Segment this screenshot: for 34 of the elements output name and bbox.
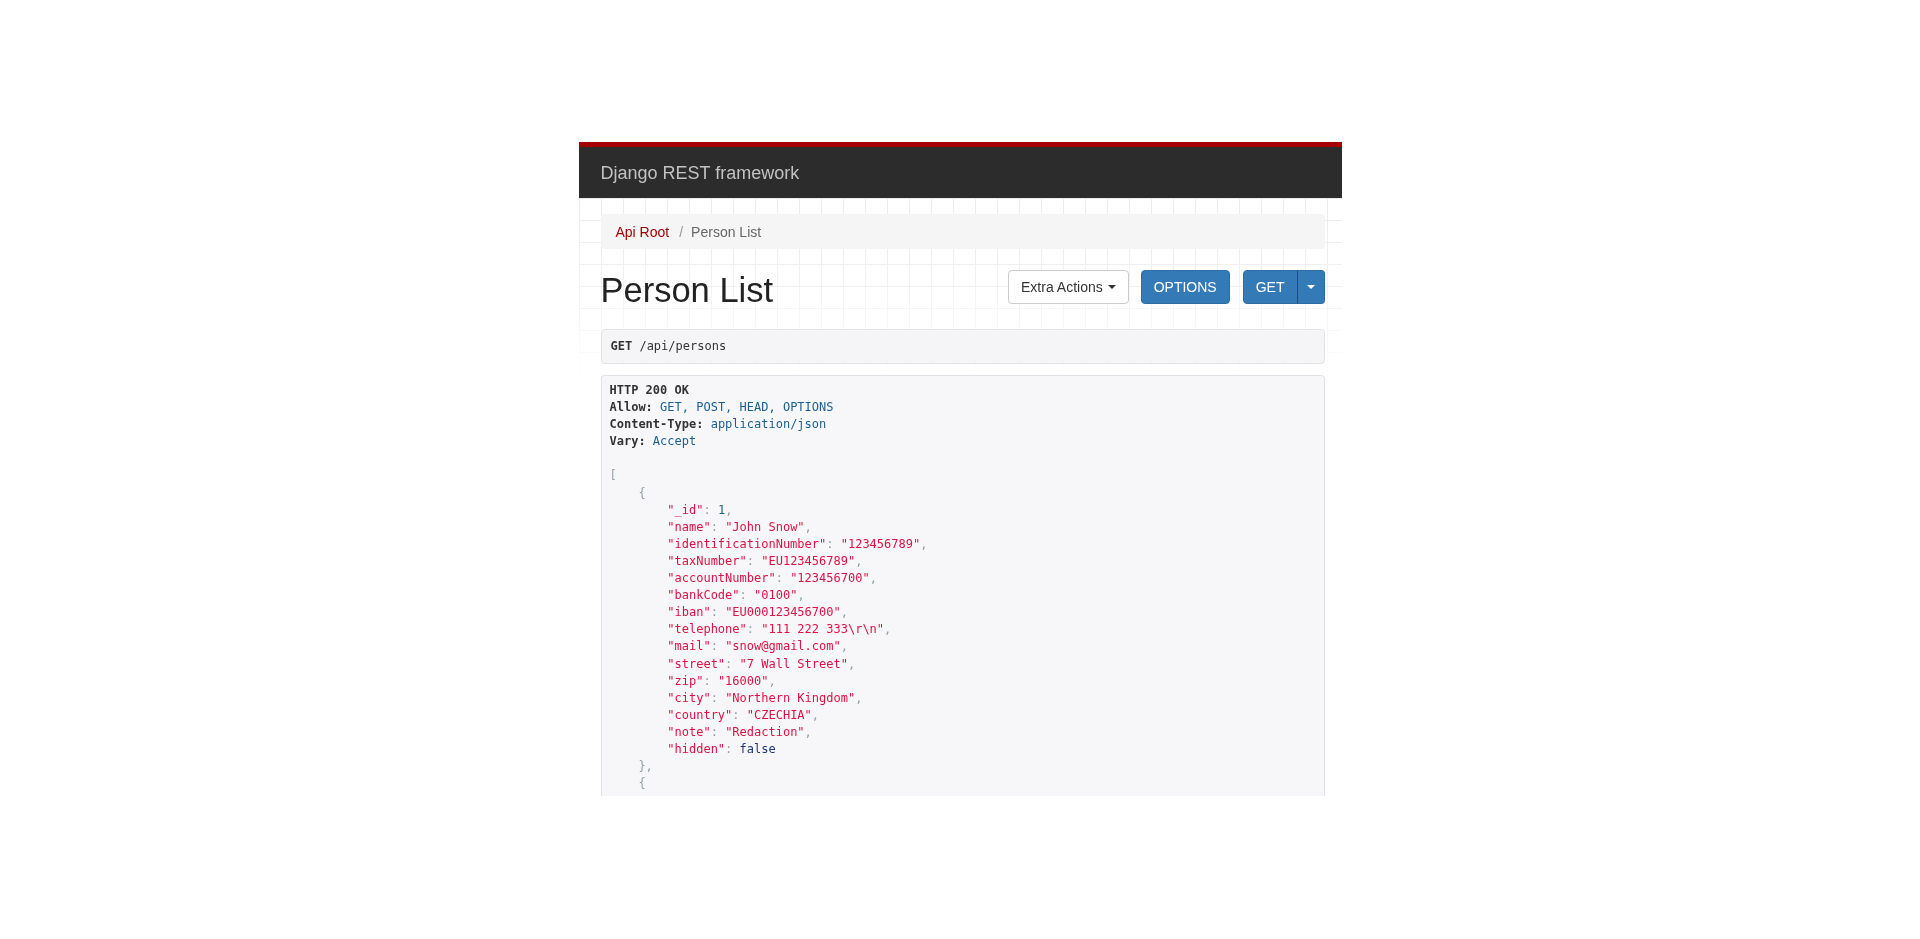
code-line: "street": "7 Wall Street",	[666, 655, 857, 673]
code-line: "identificationNumber": "123456789",	[666, 535, 929, 553]
action-button[interactable]: OPTIONS	[1140, 270, 1230, 304]
caret-icon	[1306, 285, 1315, 289]
response-header: Allow: GET, POST, HEAD, OPTIONS	[609, 399, 835, 417]
code-line: "iban": "EU000123456700",	[666, 604, 849, 622]
caret-icon	[1107, 285, 1116, 289]
code-line: "telephone": "111 222 333\r\n",	[666, 621, 893, 639]
dropdown-button[interactable]: Extra Actions	[1008, 270, 1129, 304]
status-line: HTTP 200 OK	[609, 382, 690, 399]
code-line: "hidden": false	[666, 740, 777, 758]
breadcrumb-separator: /	[679, 223, 684, 240]
response-header: Vary: Accept	[609, 433, 698, 451]
dropdown-toggle-button[interactable]	[1296, 270, 1325, 304]
code-line: "taxNumber": "EU123456789",	[666, 552, 864, 570]
code-line: "note": "Redaction",	[666, 723, 813, 741]
code-line: "mail": "snow@gmail.com",	[666, 638, 849, 656]
code-line: "_id": 1,	[666, 501, 734, 519]
code-line: "zip": "16000",	[666, 672, 777, 690]
code-line: [	[609, 467, 618, 485]
code-line: "country": "CZECHIA",	[666, 706, 821, 724]
code-line: "bankCode": "0100",	[666, 587, 806, 605]
code-line: {	[637, 484, 647, 502]
request-button[interactable]: GET	[1242, 270, 1298, 304]
breadcrumb-link[interactable]: Api Root	[615, 223, 670, 240]
code-line: },	[637, 758, 654, 776]
page-title: Person List	[600, 270, 774, 310]
code-line: "accountNumber": "123456700",	[666, 570, 878, 588]
code-line: "city": "Northern Kingdom",	[666, 689, 864, 707]
breadcrumb-current: Person List	[691, 223, 762, 240]
code-line: {	[637, 775, 647, 793]
response-header: Content-Type: application/json	[609, 416, 828, 434]
code-line: "name": "John Snow",	[666, 518, 813, 536]
brand-link[interactable]: Django REST framework	[600, 161, 800, 184]
